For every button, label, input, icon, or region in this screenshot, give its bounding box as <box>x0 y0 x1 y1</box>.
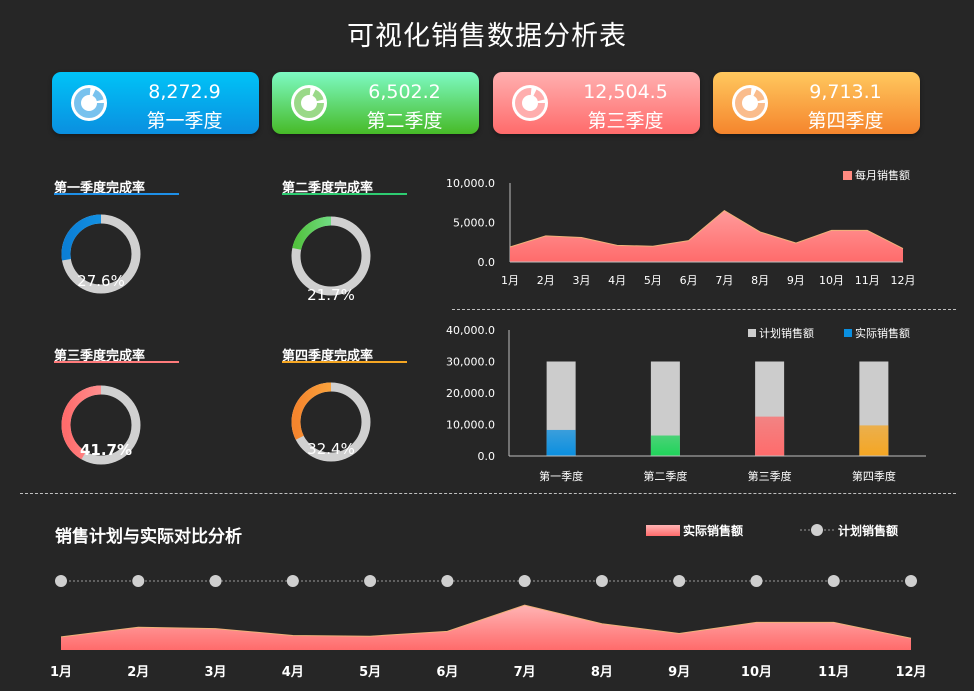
legend-label: 实际销售额 <box>683 523 743 538</box>
legend-swatch <box>646 525 680 536</box>
y-tick-label: 20,000.0 <box>446 387 495 400</box>
x-tick-label: 6月 <box>436 665 458 680</box>
x-tick-label: 12月 <box>895 665 926 680</box>
x-tick-label: 第二季度 <box>643 469 687 483</box>
kpi-card: 12,504.5 第三季度 <box>493 72 700 134</box>
kpi-value: 9,713.1 <box>809 81 882 103</box>
x-tick-label: 1月 <box>501 274 519 287</box>
donut-icon <box>512 85 548 121</box>
plan-sales-point <box>673 575 686 587</box>
plan-sales-point <box>132 575 145 587</box>
x-tick-label: 8月 <box>751 274 769 287</box>
plan-sales-point <box>827 575 840 587</box>
kpi-label: 第三季度 <box>587 110 664 132</box>
y-tick-label: 30,000.0 <box>446 356 495 369</box>
plan-sales-point <box>905 575 917 587</box>
legend-swatch <box>843 171 852 180</box>
page-title: 可视化销售数据分析表 <box>347 21 627 52</box>
x-tick-label: 2月 <box>127 665 149 680</box>
divider <box>452 309 956 310</box>
plan-sales-point <box>55 575 67 587</box>
plan-vs-actual-chart: 1月 2月 3月 4月 5月 6月 7月 8月 9月 10月 11月 12月 实际销售额 计划销售额 <box>50 523 927 680</box>
legend-label: 计划销售额 <box>838 523 898 538</box>
kpi-value: 6,502.2 <box>368 81 441 103</box>
x-tick-label: 11月 <box>855 274 880 287</box>
monthly-sales-chart: 10,000.0 5,000.0 0.0 1月 2月 3月 4月 5月 6月 7月 8月 9月 10月 1… <box>446 168 916 287</box>
gauge-title-underline <box>54 361 179 363</box>
gauge-percent: 27.6% <box>77 272 125 290</box>
kpi-value: 12,504.5 <box>583 81 668 103</box>
x-tick-label: 8月 <box>591 665 613 680</box>
x-tick-label: 1月 <box>50 665 72 680</box>
x-tick-label: 10月 <box>819 274 844 287</box>
divider <box>20 493 956 494</box>
kpi-label: 第四季度 <box>807 110 884 132</box>
y-tick-label: 0.0 <box>478 450 496 463</box>
legend-label: 计划销售额 <box>759 326 814 340</box>
x-tick-label: 7月 <box>514 665 536 680</box>
x-tick-label: 7月 <box>715 274 733 287</box>
y-tick-label: 0.0 <box>478 256 496 269</box>
donut-icon <box>291 85 327 121</box>
plan-sales-point <box>286 575 299 587</box>
actual-bar <box>859 425 889 456</box>
x-tick-label: 9月 <box>668 665 690 680</box>
actual-bar <box>650 435 680 456</box>
kpi-value: 8,272.9 <box>148 81 221 103</box>
x-tick-label: 11月 <box>818 665 849 680</box>
x-tick-label: 10月 <box>741 665 772 680</box>
y-tick-label: 40,000.0 <box>446 324 495 337</box>
y-tick-label: 10,000.0 <box>446 177 495 190</box>
x-tick-label: 3月 <box>205 665 227 680</box>
x-tick-label: 4月 <box>608 274 626 287</box>
plan-sales-point <box>209 575 222 587</box>
donut-icon <box>732 85 768 121</box>
kpi-label: 第二季度 <box>366 110 443 132</box>
kpi-card: 9,713.1 第四季度 <box>713 72 920 134</box>
actual-bar <box>546 429 576 456</box>
legend-swatch <box>844 329 852 337</box>
quarterly-plan-actual-chart: 40,000.0 30,000.0 20,000.0 10,000.0 0.0 第一季度 第… <box>446 324 926 483</box>
legend-swatch <box>748 329 756 337</box>
kpi-card: 6,502.2 第二季度 <box>272 72 479 134</box>
plan-sales-point <box>364 575 377 587</box>
x-tick-label: 12月 <box>891 274 916 287</box>
gauge-ring <box>61 385 141 465</box>
plan-sales-point <box>595 575 608 587</box>
gauge-title-underline <box>282 193 407 195</box>
legend-label: 实际销售额 <box>855 326 910 340</box>
gauge-title-underline <box>282 361 407 363</box>
y-tick-label: 10,000.0 <box>446 419 495 432</box>
actual-bar <box>755 416 785 456</box>
x-tick-label: 4月 <box>282 665 304 680</box>
x-tick-label: 第四季度 <box>852 469 896 483</box>
kpi-label: 第一季度 <box>146 110 223 132</box>
y-tick-label: 5,000.0 <box>453 217 495 230</box>
x-tick-label: 2月 <box>537 274 555 287</box>
x-tick-label: 5月 <box>644 274 662 287</box>
legend-label: 每月销售额 <box>855 168 910 182</box>
x-tick-label: 3月 <box>572 274 590 287</box>
gauge-percent: 32.4% <box>307 440 355 458</box>
plan-sales-point <box>441 575 454 587</box>
gauge-percent: 21.7% <box>307 286 355 304</box>
x-tick-label: 9月 <box>787 274 805 287</box>
gauge-percent: 41.7% <box>79 441 133 459</box>
actual-sales-area <box>61 605 911 650</box>
plan-sales-point <box>518 575 531 587</box>
plan-sales-point <box>750 575 763 587</box>
legend-swatch <box>811 524 823 536</box>
donut-icon <box>71 85 107 121</box>
x-tick-label: 第三季度 <box>748 469 792 483</box>
gauge-title-underline <box>54 193 179 195</box>
x-tick-label: 6月 <box>680 274 698 287</box>
x-tick-label: 5月 <box>359 665 381 680</box>
x-tick-label: 第一季度 <box>539 469 583 483</box>
kpi-card: 8,272.9 第一季度 <box>52 72 259 134</box>
monthly-sales-area <box>510 210 903 262</box>
